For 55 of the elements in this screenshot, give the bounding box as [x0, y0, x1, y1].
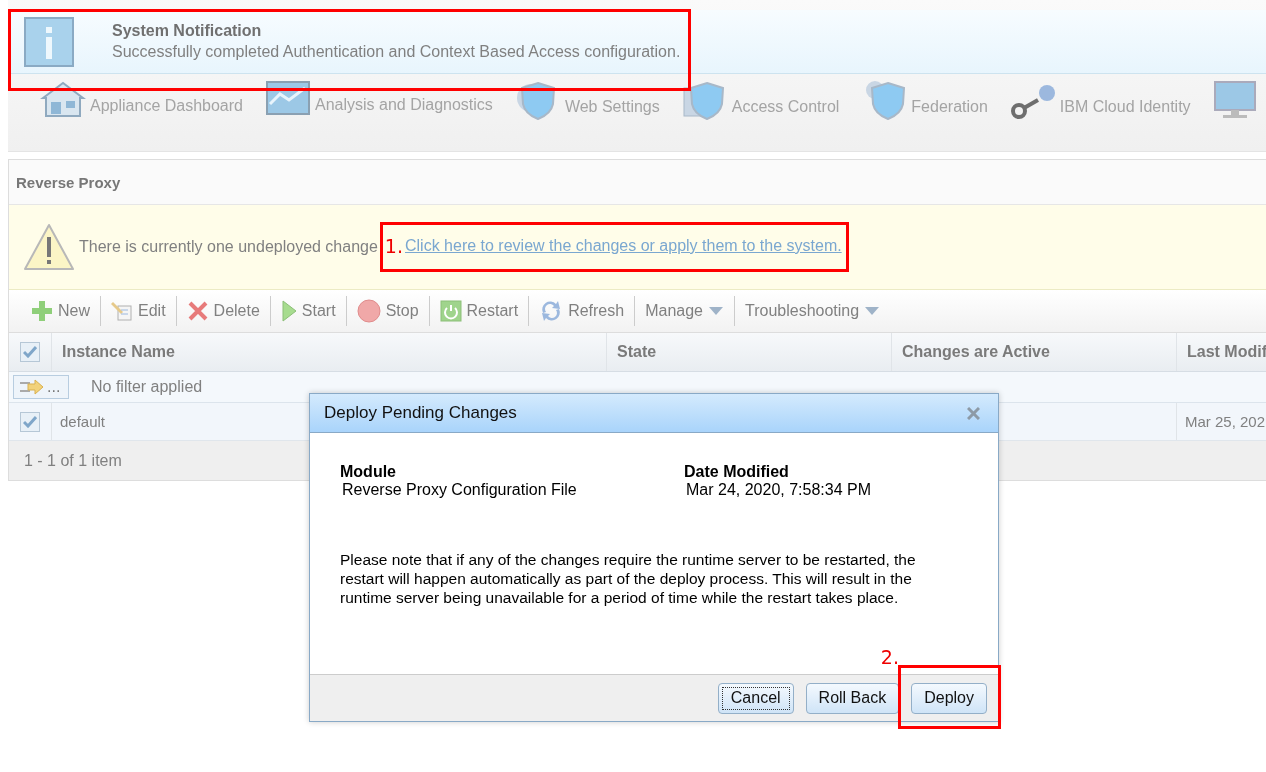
notification-title: System Notification — [112, 22, 263, 40]
toolbar-button[interactable]: Restart — [429, 294, 529, 328]
column-header: Module — [340, 463, 397, 481]
filter-icon — [18, 379, 44, 395]
warning-message: There is currently one undeployed change — [79, 238, 378, 256]
nav-item[interactable]: Analysis and Diagnostics — [315, 82, 493, 114]
table-cell: default — [60, 413, 106, 430]
row-checkbox[interactable] — [20, 411, 40, 432]
table-cell: Mar 25, 202 — [1185, 413, 1266, 430]
nav-item[interactable]: Web Settings — [564, 84, 660, 116]
toolbar-button[interactable]: Delete — [176, 294, 270, 328]
toolbar-button[interactable]: Manage — [635, 294, 734, 328]
house-icon — [40, 80, 86, 118]
info-icon — [24, 16, 74, 67]
toolbar-button[interactable]: Stop — [346, 294, 429, 328]
review-changes-link[interactable]: Click here to review the changes or apply them to the system. — [405, 237, 842, 255]
power-icon — [439, 300, 462, 322]
filter-button[interactable]: ... — [13, 375, 69, 399]
play-icon — [280, 300, 297, 322]
column-header[interactable]: State — [617, 343, 657, 361]
nav-item[interactable]: IBM Cloud Identity — [1059, 84, 1191, 116]
toolbar-button[interactable]: Start — [270, 294, 346, 328]
toolbar-button[interactable]: Troubleshooting — [735, 294, 891, 328]
dialog-button[interactable]: Roll Back — [805, 682, 900, 714]
caret-icon — [708, 306, 724, 316]
notification-message: Successfully completed Authentication and Context Based Access configuration. — [112, 43, 681, 61]
step-label: 1. — [384, 235, 403, 257]
deploy-note: Please note that if any of the changes require the runtime server to be restarted, the restart will happen automatically as part of the deploy process. This will result in the runtime server being unavailable for a period of time while the restart takes place. — [340, 550, 917, 607]
panel-title: Reverse Proxy — [16, 173, 121, 191]
close-icon[interactable] — [967, 406, 980, 420]
filter-status: No filter applied — [91, 378, 203, 396]
nav-item[interactable]: Appliance Dashboard — [90, 83, 243, 115]
dialog-button[interactable]: Deploy — [911, 682, 987, 714]
warning-icon — [23, 223, 75, 271]
caret-icon — [864, 306, 881, 316]
table-cell-text: Reverse Proxy Configuration File — [341, 481, 578, 499]
select-all-checkbox[interactable] — [20, 342, 40, 362]
dialog-title: Deploy Pending Changes — [324, 403, 517, 423]
pagination-text: 1 - 1 of 1 item — [24, 451, 122, 470]
column-header[interactable]: Instance Name — [62, 343, 175, 361]
table-cell-text: Mar 24, 2020, 7:58:34 PM — [685, 481, 872, 499]
nav-item[interactable]: Access Control — [731, 84, 840, 116]
nav-item[interactable]: Federation — [911, 84, 988, 116]
plus-icon — [31, 300, 53, 322]
edit-icon — [111, 300, 133, 322]
toolbar-button[interactable]: New — [21, 294, 100, 328]
column-header[interactable]: Changes are Active — [902, 343, 1050, 361]
toolbar-button[interactable]: Edit — [101, 294, 176, 328]
toolbar-button[interactable]: Refresh — [529, 294, 635, 328]
delete-icon — [186, 300, 209, 322]
column-header: Date Modified — [684, 463, 790, 481]
stop-icon — [356, 299, 381, 323]
dialog-button[interactable]: Cancel — [717, 682, 794, 714]
monitor-icon — [1212, 80, 1257, 120]
step-label: 2. — [880, 646, 899, 668]
